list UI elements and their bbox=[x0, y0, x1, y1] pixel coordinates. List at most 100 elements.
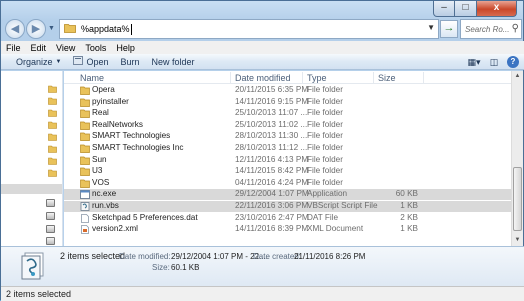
folder-icon bbox=[80, 121, 90, 132]
file-name: run.vbs bbox=[92, 201, 119, 210]
address-bar[interactable]: %appdata% ▼ bbox=[59, 19, 439, 39]
file-type: File folder bbox=[307, 119, 343, 129]
file-type: File folder bbox=[307, 166, 343, 176]
file-type: File folder bbox=[307, 154, 343, 164]
file-type: VBScript Script File bbox=[307, 201, 378, 210]
folder-icon bbox=[80, 144, 90, 155]
scroll-up-icon[interactable]: ▲ bbox=[512, 71, 523, 82]
file-size: 1 KB bbox=[400, 201, 418, 210]
minimize-button[interactable]: – bbox=[433, 1, 455, 17]
help-icon[interactable]: ? bbox=[507, 56, 519, 68]
file-icon bbox=[80, 213, 90, 225]
column-divider[interactable] bbox=[230, 72, 231, 83]
selected-files-icon bbox=[19, 250, 49, 282]
vertical-scrollbar[interactable]: ▲ ▼ bbox=[511, 71, 523, 246]
view-options-icon[interactable]: ▦▾ bbox=[467, 56, 481, 68]
file-row[interactable]: U3 14/11/2015 8:42 PM File folder bbox=[64, 166, 511, 177]
scrollbar-thumb[interactable] bbox=[513, 167, 522, 231]
burn-button[interactable]: Burn bbox=[121, 57, 140, 67]
file-name: Opera bbox=[92, 85, 115, 94]
folder-icon bbox=[80, 98, 90, 109]
file-date-modified: 28/10/2013 11:12 ... bbox=[235, 143, 308, 152]
menu-file[interactable]: File bbox=[6, 43, 21, 53]
folder-icon bbox=[80, 156, 90, 167]
file-row[interactable]: nc.exe 29/12/2004 1:07 PM Application 60 KB bbox=[64, 189, 511, 201]
file-row[interactable]: RealNetworks 25/10/2013 11:02 ... File fol… bbox=[64, 120, 511, 131]
nav-folder-icon[interactable] bbox=[48, 157, 57, 167]
burn-label: Burn bbox=[120, 56, 140, 67]
nav-folder-icon[interactable] bbox=[48, 121, 57, 131]
open-button[interactable]: Open bbox=[73, 56, 109, 67]
nav-selected-item[interactable] bbox=[1, 184, 62, 194]
file-type: File folder bbox=[307, 96, 343, 106]
file-row[interactable]: Sketchpad 5 Preferences.dat 23/10/2016 2:… bbox=[64, 213, 511, 224]
drive-icon[interactable] bbox=[46, 237, 55, 245]
application-icon bbox=[80, 190, 90, 201]
organize-label: Organize bbox=[16, 56, 53, 67]
column-type[interactable]: Type bbox=[307, 73, 327, 83]
drive-icon[interactable] bbox=[46, 199, 55, 207]
file-date-modified: 04/11/2016 4:24 PM bbox=[235, 177, 309, 187]
file-name: version2.xml bbox=[92, 224, 138, 234]
column-divider[interactable] bbox=[373, 72, 374, 83]
recent-pages-dropdown[interactable]: ▼ bbox=[48, 25, 55, 32]
file-row[interactable]: SMART Technologies 28/10/2013 11:30 ... Fi… bbox=[64, 131, 511, 142]
menu-tools[interactable]: Tools bbox=[85, 43, 106, 53]
search-box[interactable]: Search Ro... ⚲ bbox=[460, 19, 522, 39]
nav-folder-icon[interactable] bbox=[48, 97, 57, 107]
navigation-pane bbox=[1, 71, 63, 246]
explorer-window: – □ x ◀ ▶ ▼ %appdata% ▼ → Search Ro... ⚲… bbox=[0, 0, 524, 301]
file-size: 2 KB bbox=[400, 212, 418, 222]
file-date-modified: 25/10/2013 11:02 ... bbox=[235, 119, 308, 129]
preview-pane-icon[interactable]: ◫ bbox=[487, 56, 501, 68]
size-value: 60.1 KB bbox=[171, 263, 200, 272]
file-name: pyinstaller bbox=[92, 96, 129, 106]
drive-icon[interactable] bbox=[46, 212, 55, 220]
status-text: 2 items selected bbox=[6, 289, 72, 299]
nav-folder-icon[interactable] bbox=[48, 109, 57, 119]
menu-edit[interactable]: Edit bbox=[31, 43, 47, 53]
scroll-down-icon[interactable]: ▼ bbox=[512, 235, 523, 246]
file-row[interactable]: Real 25/10/2013 11:07 ... File folder bbox=[64, 108, 511, 119]
nav-folder-icon[interactable] bbox=[48, 133, 57, 143]
menu-view[interactable]: View bbox=[56, 43, 75, 53]
organize-button[interactable]: Organize ▼ bbox=[16, 57, 61, 67]
column-date-modified[interactable]: Date modified bbox=[235, 73, 291, 83]
file-type: File folder bbox=[307, 108, 343, 118]
column-size[interactable]: Size bbox=[378, 73, 396, 83]
file-row[interactable]: pyinstaller 14/11/2016 9:15 PM File folder bbox=[64, 97, 511, 108]
nav-folder-icon[interactable] bbox=[48, 169, 57, 179]
column-divider[interactable] bbox=[423, 72, 424, 83]
forward-button[interactable]: ▶ bbox=[26, 19, 46, 39]
back-button[interactable]: ◀ bbox=[5, 19, 25, 39]
go-button[interactable]: → bbox=[440, 20, 458, 38]
nav-folder-icon[interactable] bbox=[48, 145, 57, 155]
close-button[interactable]: x bbox=[477, 1, 517, 17]
nav-folder-icon[interactable] bbox=[48, 85, 57, 95]
file-row[interactable]: run.vbs 22/11/2016 3:06 PM VBScript Script… bbox=[64, 201, 511, 212]
file-row[interactable]: VOS 04/11/2016 4:24 PM File folder bbox=[64, 178, 511, 189]
address-dropdown-icon[interactable]: ▼ bbox=[427, 23, 435, 32]
file-date-modified: 14/11/2016 9:15 PM bbox=[235, 96, 309, 106]
file-date-modified: 28/10/2013 11:30 ... bbox=[235, 131, 308, 141]
new-folder-button[interactable]: New folder bbox=[152, 57, 195, 67]
file-size: 1 KB bbox=[400, 224, 418, 234]
drive-icon[interactable] bbox=[46, 225, 55, 233]
address-input[interactable]: %appdata% bbox=[81, 24, 130, 34]
column-divider[interactable] bbox=[302, 72, 303, 83]
folder-icon bbox=[80, 179, 90, 190]
maximize-button[interactable]: □ bbox=[455, 1, 477, 17]
address-row: ◀ ▶ ▼ %appdata% ▼ → Search Ro... ⚲ bbox=[1, 17, 524, 41]
file-date-modified: 22/11/2016 3:06 PM bbox=[235, 201, 309, 210]
view-controls: ▦▾ ◫ ? bbox=[461, 56, 519, 68]
menu-help[interactable]: Help bbox=[116, 43, 135, 53]
file-name: RealNetworks bbox=[92, 119, 143, 129]
new-folder-label: New folder bbox=[151, 56, 195, 67]
file-row[interactable]: version2.xml 14/11/2016 8:39 PM XML Docume… bbox=[64, 224, 511, 235]
column-name[interactable]: Name bbox=[80, 73, 104, 83]
search-input[interactable]: Search Ro... bbox=[465, 25, 509, 34]
file-row[interactable]: SMART Technologies Inc 28/10/2013 11:12 .… bbox=[64, 143, 511, 154]
file-date-modified: 23/10/2016 2:47 PM bbox=[235, 212, 309, 222]
file-row[interactable]: Sun 12/11/2016 4:13 PM File folder bbox=[64, 155, 511, 166]
file-row[interactable]: Opera 20/11/2015 6:35 PM File folder bbox=[64, 85, 511, 96]
